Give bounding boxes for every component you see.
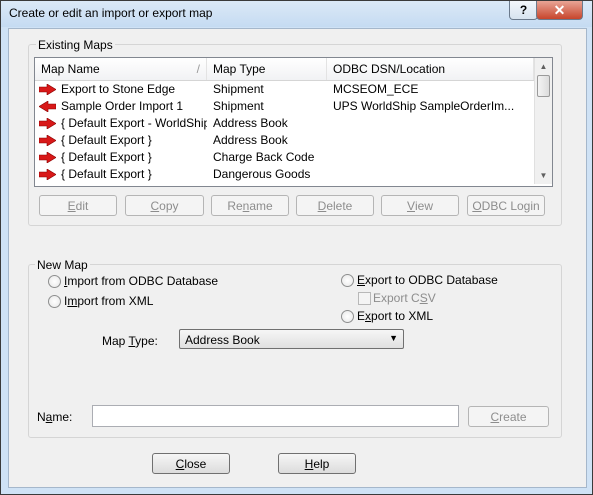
column-header-label: Map Name [41, 62, 100, 76]
maps-list[interactable]: Map Name / Map Type ODBC DSN/Location Ex… [34, 57, 553, 187]
delete-button[interactable]: Delete [296, 195, 374, 216]
column-header-label: ODBC DSN/Location [333, 62, 446, 76]
new-map-legend: New Map [35, 258, 90, 272]
window-title: Create or edit an import or export map [9, 6, 213, 20]
close-button[interactable]: Close [152, 453, 230, 474]
dsn-cell: MCSEOM_ECE [333, 82, 419, 96]
create-button[interactable]: Create [468, 406, 549, 427]
map-type-cell: Address Book [213, 116, 288, 130]
export-arrow-icon [39, 118, 56, 129]
table-row[interactable]: Export to Stone Edge Shipment MCSEOM_ECE [35, 81, 538, 98]
table-row[interactable]: { Default Export } Charge Back Code [35, 149, 538, 166]
map-type-select[interactable]: Address Book ▼ [179, 329, 404, 349]
scroll-thumb[interactable] [537, 75, 550, 97]
close-titlebar-button[interactable]: ✕ [536, 1, 583, 20]
export-arrow-icon [39, 169, 56, 180]
help-button[interactable]: Help [278, 453, 356, 474]
column-header-label: Map Type [213, 62, 266, 76]
table-row[interactable]: Sample Order Import 1 Shipment UPS World… [35, 98, 538, 115]
map-type-selected-value: Address Book [185, 333, 260, 347]
name-label: Name: [37, 410, 73, 424]
map-name-cell: { Default Export } [61, 150, 152, 164]
import-arrow-icon [39, 101, 56, 112]
dsn-cell: UPS WorldShip SampleOrderIm... [333, 99, 515, 113]
column-resize-icon: / [196, 62, 200, 76]
name-input[interactable] [92, 405, 459, 427]
export-xml-label[interactable]: Export to XML [357, 309, 433, 323]
edit-button[interactable]: Edit [39, 195, 117, 216]
rename-button[interactable]: Re n ame [211, 195, 289, 216]
column-header-odbc-dsn[interactable]: ODBC DSN/Location [327, 58, 534, 80]
map-type-cell: Shipment [213, 99, 264, 113]
existing-maps-legend: Existing Maps [36, 38, 115, 52]
map-name-cell: Export to Stone Edge [61, 82, 176, 96]
title-bar[interactable]: Create or edit an import or export map ?… [1, 1, 592, 27]
chevron-down-icon: ▼ [389, 333, 398, 343]
export-arrow-icon [39, 152, 56, 163]
import-xml-radio[interactable] [48, 295, 61, 308]
map-type-label: Map Type: [102, 334, 158, 348]
question-icon: ? [519, 3, 528, 17]
export-odbc-radio[interactable] [341, 274, 354, 287]
table-row[interactable]: { Default Export - WorldShip } Address B… [35, 115, 538, 132]
map-name-cell: { Default Export - WorldShip } [61, 116, 207, 130]
table-row[interactable]: { Default Export } Dangerous Goods [35, 166, 538, 183]
list-header: Map Name / Map Type ODBC DSN/Location [35, 58, 538, 81]
export-odbc-label[interactable]: Export to ODBC Database [357, 273, 498, 287]
export-arrow-icon [39, 135, 56, 146]
scroll-down-icon[interactable]: ▼ [535, 167, 552, 184]
odbc-login-button[interactable]: O DBC Login [467, 195, 545, 216]
export-arrow-icon [39, 84, 56, 95]
close-icon: ✕ [553, 1, 566, 18]
help-titlebar-button[interactable]: ? [509, 1, 538, 20]
copy-button[interactable]: Copy [125, 195, 204, 216]
import-xml-label[interactable]: Import from XML [64, 294, 153, 308]
scroll-up-icon[interactable]: ▲ [535, 58, 552, 75]
map-type-cell: Address Book [213, 133, 288, 147]
view-button[interactable]: View [381, 195, 459, 216]
import-odbc-radio[interactable] [48, 275, 61, 288]
map-type-cell: Shipment [213, 82, 264, 96]
map-name-cell: { Default Export } [61, 133, 152, 147]
map-type-cell: Dangerous Goods [213, 167, 311, 181]
export-xml-radio[interactable] [341, 310, 354, 323]
export-csv-label[interactable]: Export CSV [373, 291, 436, 305]
map-name-cell: { Default Export } [61, 167, 152, 181]
map-type-cell: Charge Back Code [213, 150, 315, 164]
vertical-scrollbar[interactable]: ▲ ▼ [534, 58, 552, 184]
dialog-window: Create or edit an import or export map ?… [0, 0, 593, 495]
map-name-cell: Sample Order Import 1 [61, 99, 184, 113]
import-odbc-label[interactable]: Import from ODBC Database [64, 274, 218, 288]
column-header-map-type[interactable]: Map Type [207, 58, 327, 80]
export-csv-checkbox[interactable] [358, 292, 371, 305]
column-header-map-name[interactable]: Map Name / [35, 58, 207, 80]
table-row[interactable]: { Default Export } Address Book [35, 132, 538, 149]
